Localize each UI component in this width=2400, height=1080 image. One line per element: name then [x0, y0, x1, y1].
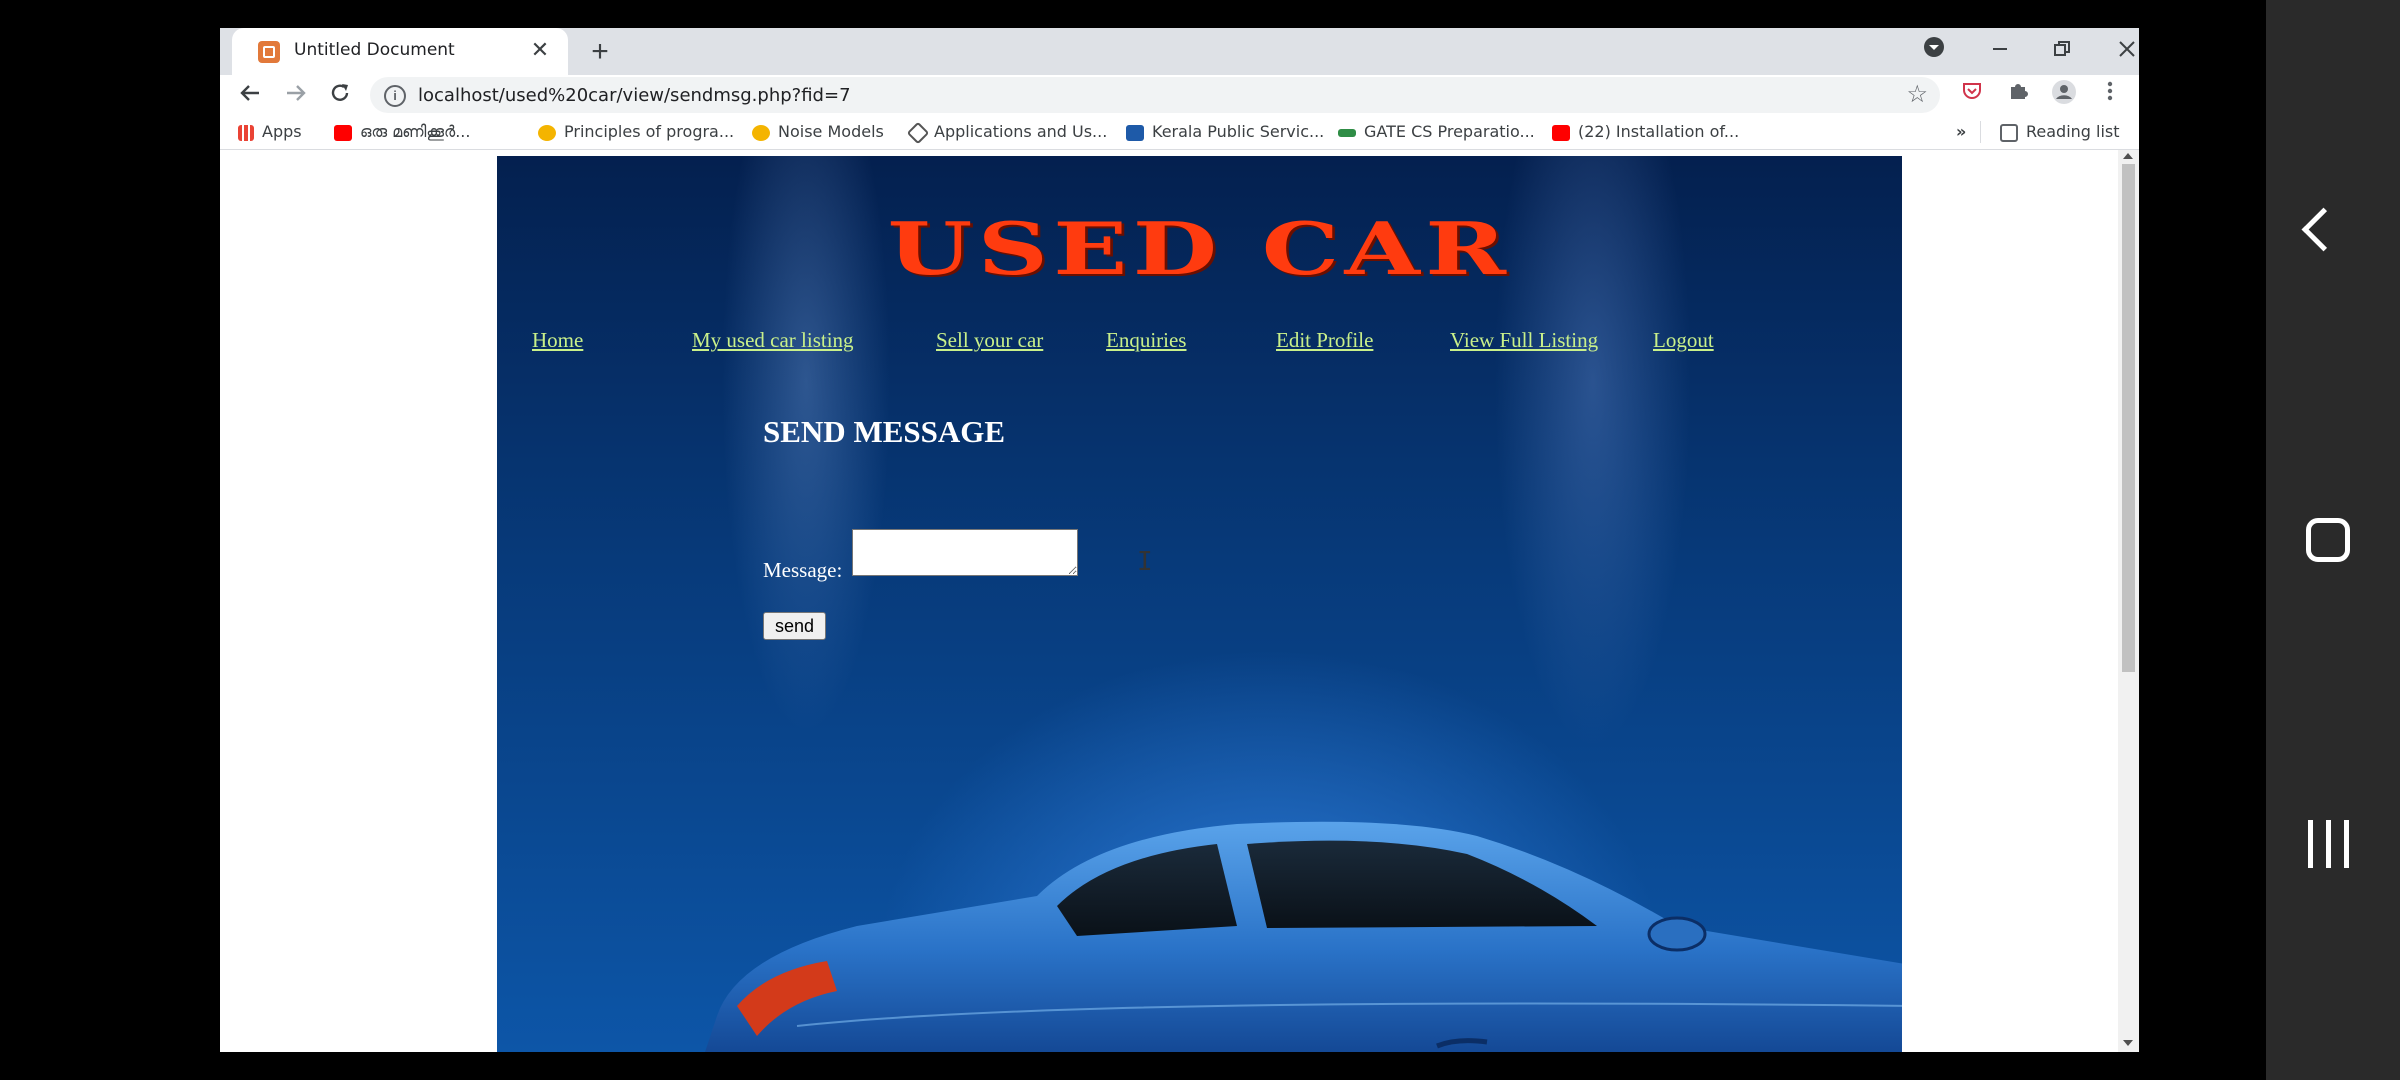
site-logo: USED CAR [887, 206, 1512, 291]
bookmark-item[interactable]: Noise Models [752, 121, 884, 143]
nav-link-enquiries[interactable]: Enquiries [1106, 328, 1186, 353]
android-back-icon[interactable] [2301, 207, 2346, 252]
nav-link-my-listing[interactable]: My used car listing [692, 328, 854, 353]
bookmark-item[interactable]: Kerala Public Servic... [1126, 121, 1324, 143]
bookmarks-bar: Apps ഒരു മണിക്കൂർ... Principles of progr… [220, 115, 2139, 150]
bookmark-item[interactable]: Applications and Us... [906, 121, 1107, 144]
address-bar[interactable]: i localhost/used%20car/view/sendmsg.php?… [370, 77, 1940, 113]
new-tab-button[interactable]: + [584, 36, 616, 68]
nav-link-logout[interactable]: Logout [1653, 328, 1714, 353]
site-container: USED CAR Home My used car listing Sell y… [497, 156, 1902, 1052]
scrollbar-thumb[interactable] [2122, 164, 2135, 672]
bookmark-item[interactable]: GATE CS Preparatio... [1338, 121, 1535, 143]
bookmark-item[interactable]: (22) Installation of... [1552, 121, 1739, 143]
tab-title: Untitled Document [294, 40, 455, 60]
page-scrollbar[interactable] [2118, 150, 2139, 1052]
page-viewport: USED CAR Home My used car listing Sell y… [220, 150, 2118, 1052]
bookmark-apps[interactable]: Apps [238, 121, 302, 143]
text-cursor-icon: I [1137, 547, 1153, 577]
bookmark-divider [1980, 121, 1981, 143]
browser-toolbar: i localhost/used%20car/view/sendmsg.php?… [220, 75, 2139, 115]
reading-list-icon [2000, 123, 2018, 142]
car-image [705, 821, 1902, 1052]
extensions-puzzle-icon[interactable] [2002, 79, 2034, 111]
bookmark-item[interactable]: ഒരു മണിക്കൂർ... [334, 121, 470, 143]
android-nav-bar [2266, 0, 2400, 1080]
forward-icon[interactable] [280, 79, 312, 111]
message-textarea[interactable] [852, 529, 1078, 576]
youtube-icon [1552, 124, 1570, 141]
restore-icon[interactable] [2042, 34, 2082, 68]
tab-strip: Untitled Document ✕ + [220, 28, 2139, 75]
browser-window: Untitled Document ✕ + i localhost/used%2… [220, 28, 2139, 1052]
send-button[interactable]: send [763, 612, 826, 640]
android-recents-icon[interactable] [2306, 820, 2356, 870]
diamond-site-icon [906, 121, 930, 144]
back-icon[interactable] [234, 79, 266, 111]
more-bookmarks-icon[interactable]: » [1956, 121, 1966, 143]
profile-dropdown-icon[interactable] [1914, 34, 1954, 68]
minimize-icon[interactable] [1980, 34, 2020, 68]
url-text[interactable]: localhost/used%20car/view/sendmsg.php?fi… [418, 85, 851, 106]
nav-link-sell[interactable]: Sell your car [936, 328, 1043, 353]
scroll-up-icon[interactable] [2123, 153, 2133, 159]
tab-close-icon[interactable]: ✕ [526, 36, 554, 64]
bookmark-item[interactable]: Principles of progra... [538, 121, 734, 143]
bookmark-site-icon [538, 124, 556, 141]
psc-icon [1126, 124, 1144, 141]
tab-active[interactable]: Untitled Document ✕ [232, 28, 568, 75]
profile-avatar-icon[interactable] [2048, 79, 2080, 111]
android-home-icon[interactable] [2306, 518, 2350, 562]
close-window-icon[interactable] [2107, 34, 2139, 68]
bookmark-star-icon[interactable]: ☆ [1906, 80, 1928, 109]
tab-favicon-icon [258, 41, 280, 63]
reading-list-button[interactable]: Reading list [2000, 121, 2120, 143]
reload-icon[interactable] [324, 79, 356, 111]
browser-menu-icon[interactable] [2094, 79, 2126, 111]
nav-link-home[interactable]: Home [532, 328, 583, 353]
apps-grid-icon [238, 124, 254, 141]
site-info-icon[interactable]: i [384, 85, 406, 107]
geeks-icon [1338, 128, 1356, 137]
pocket-extension-icon[interactable] [1956, 79, 1988, 111]
scroll-down-icon[interactable] [2123, 1040, 2133, 1046]
page-title: SEND MESSAGE [763, 414, 1006, 449]
youtube-icon [334, 124, 352, 141]
nav-link-full-listing[interactable]: View Full Listing [1450, 328, 1598, 353]
bookmark-site-icon [752, 124, 770, 141]
message-label: Message: [763, 558, 843, 582]
nav-link-edit-profile[interactable]: Edit Profile [1276, 328, 1373, 353]
